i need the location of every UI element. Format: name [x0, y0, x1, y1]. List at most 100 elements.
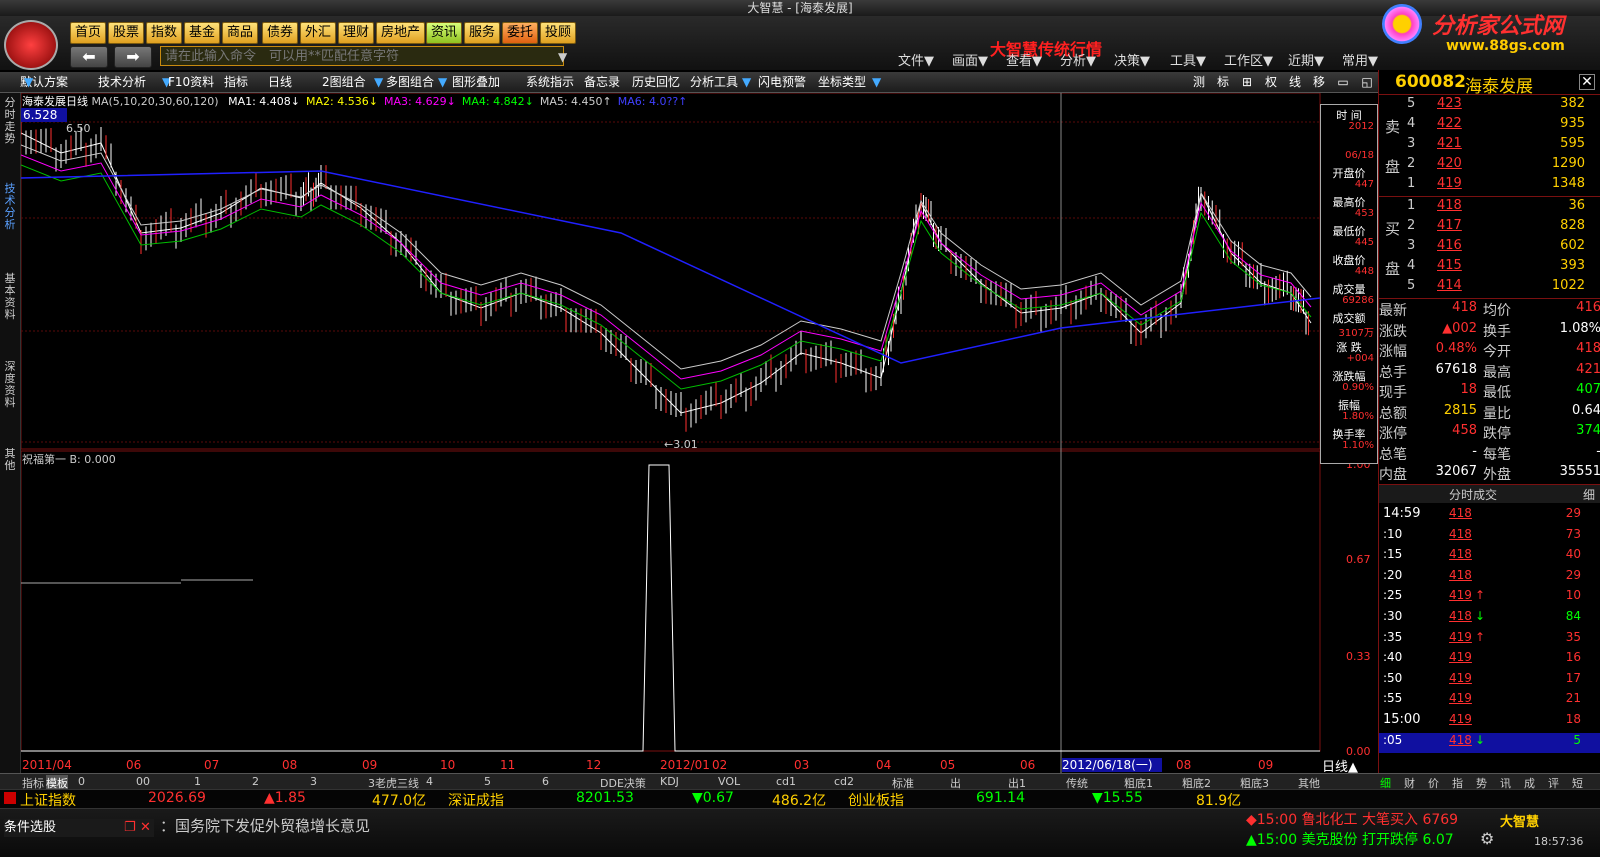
- index-name[interactable]: 创业板指: [800, 790, 904, 810]
- chart-tool-13[interactable]: 坐标类型: [818, 74, 866, 90]
- buy-level-row[interactable]: 3 416 602: [1379, 238, 1600, 258]
- close-icon[interactable]: ✕: [140, 819, 151, 837]
- chart-tool-4[interactable]: 日线: [268, 74, 292, 90]
- nav-button-7[interactable]: 理财: [338, 22, 375, 44]
- indicator-tab-4[interactable]: 1: [194, 775, 201, 788]
- buy-level-row[interactable]: 5 414 1022: [1379, 278, 1600, 298]
- chart-tool-8[interactable]: 系统指示: [526, 74, 574, 90]
- app-logo-icon[interactable]: [4, 20, 58, 70]
- chart-tool-11[interactable]: 分析工具: [690, 74, 738, 90]
- nav-button-8[interactable]: 房地产: [376, 22, 426, 44]
- side-tab-3[interactable]: 深度资料: [2, 361, 18, 409]
- nav-button-11[interactable]: 委托: [502, 22, 539, 44]
- dropdown-icon[interactable]: ▼: [374, 74, 383, 90]
- chart-tool-6[interactable]: 多图组合: [386, 74, 434, 90]
- indicator-tab-9[interactable]: 5: [484, 775, 491, 788]
- index-name[interactable]: 上证指数: [20, 790, 76, 810]
- alert-list[interactable]: ◆15:00 鲁北化工 大笔买入 6769 ▲15:00 美克股份 打开跌停 6…: [1246, 809, 1458, 849]
- side-tab-2[interactable]: 基本资料: [2, 273, 18, 321]
- news-headline[interactable]: ：国务院下发促外贸稳增长意见: [160, 815, 370, 836]
- menu-item-8[interactable]: 常用▼: [1342, 50, 1378, 69]
- tick-row[interactable]: :40 419 16: [1379, 650, 1600, 670]
- ticks-detail-button[interactable]: 细: [1583, 486, 1595, 503]
- forward-button[interactable]: ➡: [114, 46, 152, 68]
- chart-tool-3[interactable]: 指标: [224, 74, 248, 90]
- indicator-tab-5[interactable]: 2: [252, 775, 259, 788]
- nav-button-0[interactable]: 首页: [70, 22, 107, 44]
- tick-row[interactable]: :15 418 40: [1379, 547, 1600, 567]
- indicator-tab-6[interactable]: 3: [310, 775, 317, 788]
- close-icon[interactable]: ✕: [1579, 74, 1595, 90]
- indicator-tab-10[interactable]: 6: [542, 775, 549, 788]
- chart-tool-10[interactable]: 历史回忆: [632, 74, 680, 90]
- command-dropdown-icon[interactable]: ▼: [558, 50, 567, 64]
- tick-row[interactable]: :30 418 ↓ 84: [1379, 609, 1600, 629]
- chart-right-tool-2[interactable]: ⊞: [1238, 74, 1256, 90]
- chart-right-tool-0[interactable]: 测: [1190, 74, 1208, 90]
- menu-item-2[interactable]: 查看▼: [1006, 50, 1042, 69]
- tick-row[interactable]: :05 418 ↓ 5: [1379, 732, 1600, 753]
- chart-right-tool-4[interactable]: 线: [1286, 74, 1304, 90]
- sell-level-row[interactable]: 3 421 595: [1379, 136, 1600, 156]
- buy-level-row[interactable]: 2 417 828: [1379, 218, 1600, 238]
- menu-item-3[interactable]: 分析▼: [1060, 50, 1096, 69]
- sell-level-row[interactable]: 4 422 935: [1379, 116, 1600, 136]
- menu-item-1[interactable]: 画面▼: [952, 50, 988, 69]
- indicator-tab-12[interactable]: KDJ: [660, 775, 679, 788]
- menu-item-6[interactable]: 工作区▼: [1224, 50, 1273, 69]
- chart-tool-5[interactable]: 2图组合: [322, 74, 366, 90]
- index-name[interactable]: 深证成指: [400, 790, 504, 810]
- dropdown-icon[interactable]: ▼: [742, 74, 751, 90]
- chart-right-tool-5[interactable]: 移: [1310, 74, 1328, 90]
- sell-level-row[interactable]: 5 423 382: [1379, 96, 1600, 116]
- command-input[interactable]: 请在此输入命令 可以用**匹配任意字符: [160, 46, 564, 66]
- indicator-tab-2[interactable]: 0: [78, 775, 85, 788]
- chart-right-tool-3[interactable]: 权: [1262, 74, 1280, 90]
- tick-row[interactable]: 15:00 419 18: [1379, 712, 1600, 732]
- sell-level-row[interactable]: 2 420 1290: [1379, 156, 1600, 176]
- chart-tool-12[interactable]: 闪电预警: [758, 74, 806, 90]
- tick-row[interactable]: :20 418 29: [1379, 568, 1600, 588]
- side-tab-4[interactable]: 其他: [2, 448, 18, 472]
- chart-right-tool-7[interactable]: ◱: [1358, 74, 1376, 90]
- k-line-chart[interactable]: [21, 93, 1321, 773]
- tick-row[interactable]: :35 419 ↑ 35: [1379, 630, 1600, 650]
- tick-row[interactable]: 14:59 418 29: [1379, 506, 1600, 526]
- menu-item-4[interactable]: 决策▼: [1114, 50, 1150, 69]
- tick-row[interactable]: :25 419 ↑ 10: [1379, 588, 1600, 608]
- side-tab-1[interactable]: 技术分析: [2, 183, 18, 231]
- menu-item-0[interactable]: 文件▼: [898, 50, 934, 69]
- stock-screener-button[interactable]: 条件选股 ❐ ✕: [4, 819, 154, 837]
- nav-button-10[interactable]: 服务: [464, 22, 501, 44]
- chart-right-tool-1[interactable]: 标: [1214, 74, 1232, 90]
- dropdown-icon[interactable]: ▼: [438, 74, 447, 90]
- indicator-tab-13[interactable]: VOL: [718, 775, 740, 788]
- side-tab-0[interactable]: 分时走势: [2, 97, 18, 145]
- chart-tool-7[interactable]: 图形叠加: [452, 74, 500, 90]
- chart-tool-2[interactable]: F10资料: [168, 74, 214, 90]
- back-button[interactable]: ⬅: [70, 46, 108, 68]
- chart-tool-1[interactable]: 技术分析: [98, 74, 146, 90]
- nav-button-9[interactable]: 资讯: [426, 22, 463, 44]
- nav-button-5[interactable]: 债券: [262, 22, 299, 44]
- menu-item-7[interactable]: 近期▼: [1288, 50, 1324, 69]
- nav-button-12[interactable]: 投顾: [540, 22, 577, 44]
- sell-level-row[interactable]: 1 419 1348: [1379, 176, 1600, 196]
- chart-tool-9[interactable]: 备忘录: [584, 74, 620, 90]
- nav-button-4[interactable]: 商品: [222, 22, 259, 44]
- indicator-tab-14[interactable]: cd1: [776, 775, 796, 788]
- nav-button-2[interactable]: 指数: [146, 22, 183, 44]
- nav-button-3[interactable]: 基金: [184, 22, 221, 44]
- nav-button-6[interactable]: 外汇: [300, 22, 337, 44]
- buy-level-row[interactable]: 4 415 393: [1379, 258, 1600, 278]
- buy-level-row[interactable]: 1 418 36: [1379, 198, 1600, 218]
- tick-row[interactable]: :10 418 73: [1379, 527, 1600, 547]
- window-restore-icon[interactable]: ❐: [124, 819, 136, 837]
- chart-right-tool-6[interactable]: ▭: [1334, 74, 1352, 90]
- menu-item-5[interactable]: 工具▼: [1170, 50, 1206, 69]
- settings-gear-icon[interactable]: ⚙: [1480, 829, 1494, 848]
- tick-row[interactable]: :50 419 17: [1379, 671, 1600, 691]
- indicator-tab-8[interactable]: 4: [426, 775, 433, 788]
- dropdown-icon[interactable]: ▼: [872, 74, 881, 90]
- tick-row[interactable]: :55 419 21: [1379, 691, 1600, 711]
